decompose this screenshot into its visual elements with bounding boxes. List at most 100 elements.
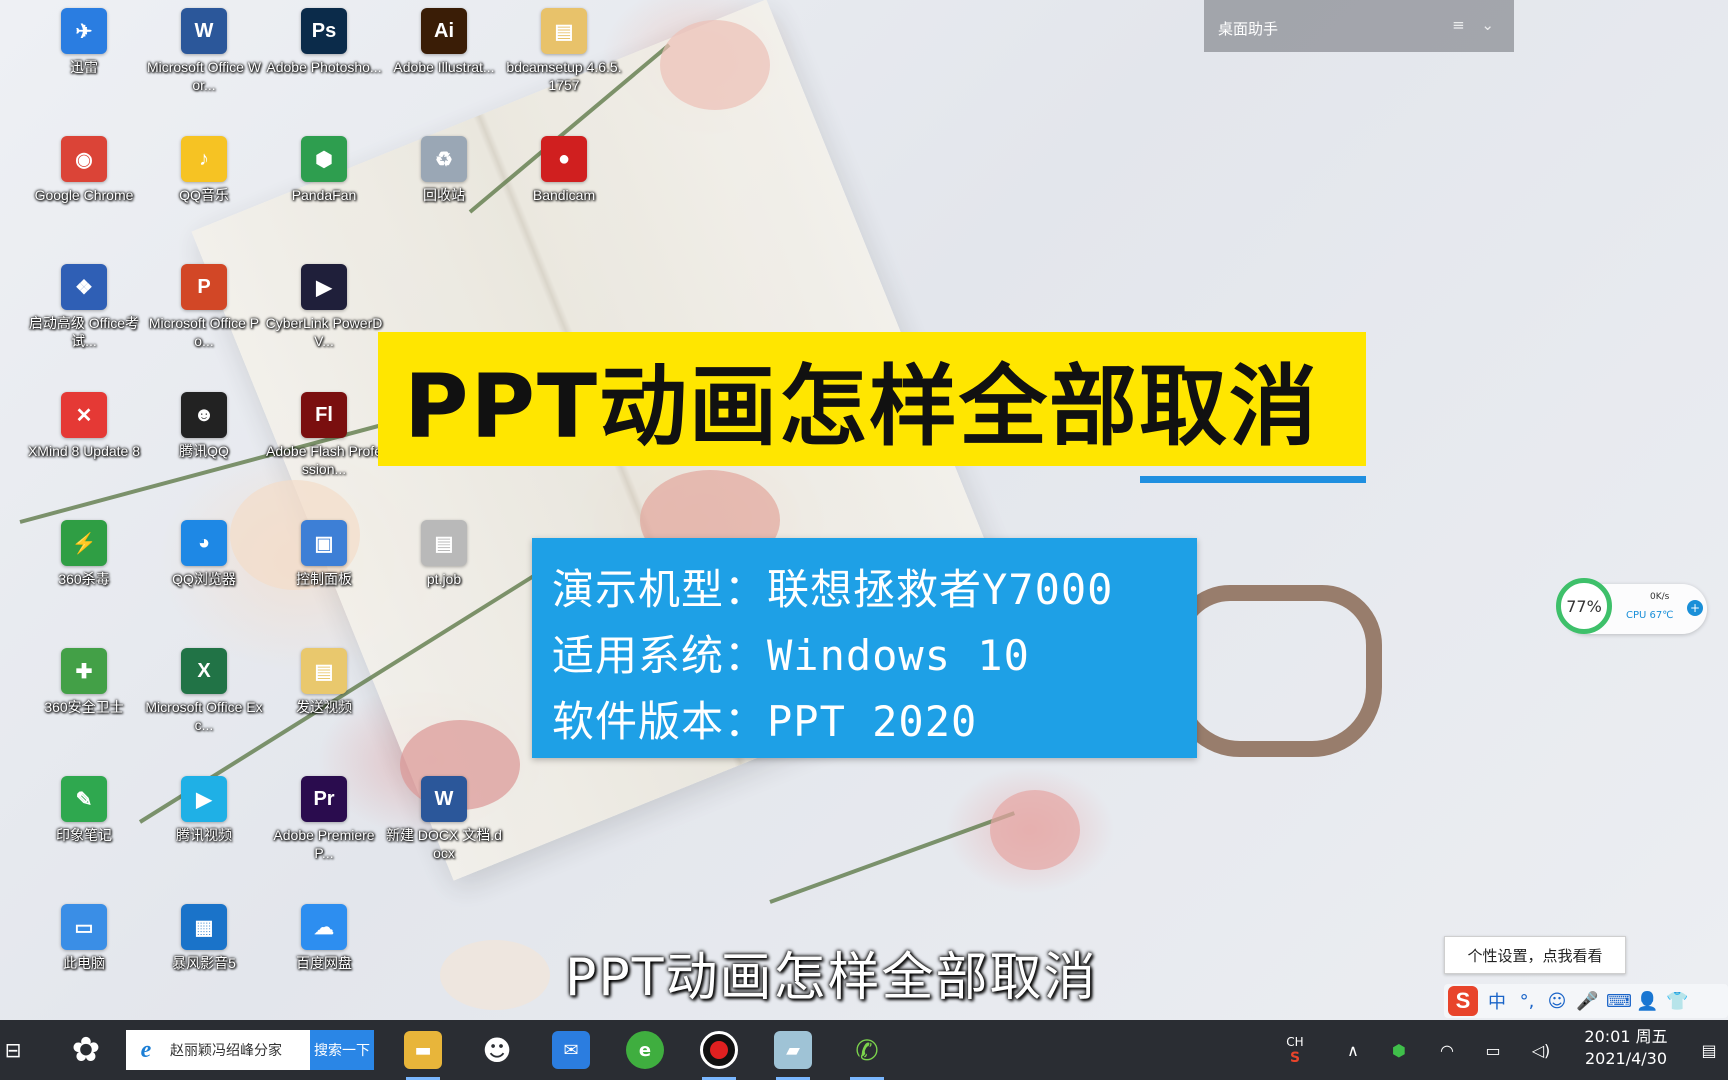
ime-microphone-icon[interactable]: 🎤 [1576,991,1598,1012]
ime-toolbar[interactable]: S 中 °, ☺ 🎤 ⌨ 👤 👕 [1444,984,1728,1018]
desktop-icon-label: 新建 DOCX 文档.docx [386,827,502,861]
system-monitor-widget[interactable]: 77% 0K/s CPU 67℃ + [1556,578,1707,634]
desktop-icon[interactable]: ✈ 迅雷 [24,8,144,76]
app-icon: ❖ [61,264,107,310]
battery-icon[interactable]: ▭ [1478,1020,1508,1080]
ime-chinese-mode[interactable]: 中 [1486,988,1508,1014]
desktop-icon[interactable]: ⬢ PandaFan [264,136,384,204]
clock-date: 2021/4/30 [1584,1049,1668,1068]
language-indicator[interactable]: CH S [1278,1020,1312,1080]
desktop-icon[interactable]: W Microsoft Office Wor... [144,8,264,94]
record-icon [700,1031,738,1069]
desktop-helper-title: 桌面助手 [1218,20,1279,38]
desktop-icon[interactable]: ▭ 此电脑 [24,904,144,972]
monitor-plus-icon[interactable]: + [1687,600,1703,616]
taskbar-app[interactable]: ▰ [766,1020,820,1080]
info-box: 演示机型：联想拯救者Y7000 适用系统：Windows 10 软件版本：PPT… [532,538,1197,758]
desktop-icon[interactable]: ☻ 腾讯QQ [144,392,264,460]
app-icon: Ps [301,8,347,54]
search-button[interactable]: 搜索一下 [310,1030,374,1070]
app-icon: ▰ [774,1031,812,1069]
info-device: 演示机型：联想拯救者Y7000 [552,565,1114,614]
desktop-icon[interactable]: Ai Adobe Illustrat... [384,8,504,76]
taskbar-qq[interactable]: ☻ [470,1020,524,1080]
ime-skin-icon[interactable]: 👕 [1666,991,1688,1012]
desktop-icon-label: 印象笔记 [56,827,112,843]
desktop-icon-label: 回收站 [423,187,465,203]
desktop-icon-label: QQ音乐 [179,187,229,203]
desktop-icon[interactable]: ✚ 360安全卫士 [24,648,144,716]
desktop-icon[interactable]: ▦ 暴风影音5 [144,904,264,972]
desktop-icon[interactable]: ♪ QQ音乐 [144,136,264,204]
desktop-icon[interactable]: ✕ XMind 8 Update 8 [24,392,144,460]
search-input[interactable]: 赵丽颖冯绍峰分家 [170,1040,282,1060]
desktop-icon[interactable]: ⚡ 360杀毒 [24,520,144,588]
desktop-icon[interactable]: ▤ pt.job [384,520,504,588]
volume-icon[interactable]: ◁) [1526,1020,1556,1080]
title-underline [1140,476,1366,483]
taskbar-file-explorer[interactable]: ▬ [396,1020,450,1080]
desktop-icon[interactable]: Pr Adobe Premiere P... [264,776,384,862]
desktop-icon-label: 启动高级 Office考试... [28,315,140,349]
app-icon: ▤ [301,648,347,694]
desktop-icon-label: Microsoft Office Exc... [145,699,263,733]
taskbar-clock[interactable]: 20:01 周五 2021/4/30 [1574,1026,1678,1070]
desktop-icon[interactable]: ▤ bdcamsetup 4.6.5.1757 [504,8,624,94]
app-icon: ▶ [301,264,347,310]
desktop-icon-label: Microsoft Office Wor... [146,59,262,93]
desktop-helper-widget[interactable]: 桌面助手 ≡ ⌄ [1204,0,1514,52]
taskbar-wechat[interactable]: ✆ [840,1020,894,1080]
task-view-icon[interactable]: ⊟ [0,1020,26,1080]
clock-time: 20:01 周五 [1584,1027,1668,1046]
desktop-icon[interactable]: X Microsoft Office Exc... [144,648,264,734]
desktop-icon[interactable]: ▶ CyberLink PowerDV... [264,264,384,350]
wallpaper-flower [660,20,770,110]
desktop-icon[interactable]: ▣ 控制面板 [264,520,384,588]
app-icon: Pr [301,776,347,822]
sogou-logo-icon[interactable]: S [1448,986,1478,1016]
desktop-icon[interactable]: ▤ 发送视频 [264,648,384,716]
desktop-icon[interactable]: Ps Adobe Photosho... [264,8,384,76]
personalize-tooltip[interactable]: 个性设置，点我看看 [1444,936,1626,974]
tray-360-icon[interactable]: ⬢ [1384,1020,1414,1080]
sogou-tray-icon: S [1289,1050,1301,1066]
desktop-icon[interactable]: ● Bandicam [504,136,624,204]
ime-emoji-icon[interactable]: ☺ [1546,991,1568,1012]
desktop-icon[interactable]: W 新建 DOCX 文档.docx [384,776,504,862]
desktop-icon[interactable]: Fl Adobe Flash Profession... [264,392,384,478]
desktop-icon[interactable]: ♻ 回收站 [384,136,504,204]
notification-center-icon[interactable]: ▤ [1694,1020,1724,1080]
taskbar-bandicam[interactable] [692,1020,746,1080]
desktop-icon-label: 此电脑 [63,955,105,971]
wifi-icon[interactable]: ◠ [1432,1020,1462,1080]
tray-expand-icon[interactable]: ∧ [1338,1020,1368,1080]
desktop-icon-label: pt.job [426,571,462,587]
taskbar-360-browser[interactable]: e [618,1020,672,1080]
desktop-icon-label: 发送视频 [296,699,352,715]
desktop-icon[interactable]: P Microsoft Office Po... [144,264,264,350]
ime-punctuation-icon[interactable]: °, [1516,991,1538,1012]
taskbar-mail[interactable]: ✉ [544,1020,598,1080]
app-icon: Ai [421,8,467,54]
desktop-icon[interactable]: ❖ 启动高级 Office考试... [24,264,144,350]
desktop-icon[interactable]: ◉ Google Chrome [24,136,144,204]
desktop-helper-menu-icon[interactable]: ≡ ⌄ [1452,16,1500,34]
ime-user-icon[interactable]: 👤 [1636,991,1658,1012]
wallpaper-stem [769,811,1016,904]
desktop-icon-label: 腾讯QQ [179,443,229,459]
desktop-icon[interactable]: ✎ 印象笔记 [24,776,144,844]
desktop-icon-label: Google Chrome [34,187,134,203]
ime-keyboard-icon[interactable]: ⌨ [1606,991,1632,1012]
desktop-icon-label: QQ浏览器 [172,571,236,587]
mail-icon: ✉ [552,1031,590,1069]
start-menu-icon[interactable]: ✿ [58,1020,114,1080]
wallpaper-glasses [1170,585,1382,757]
info-version: 软件版本：PPT 2020 [552,697,978,746]
taskbar-search-box[interactable]: e 赵丽颖冯绍峰分家 搜索一下 [126,1030,374,1070]
desktop-icon-label: 腾讯视频 [176,827,232,843]
desktop-icon[interactable]: ▶ 腾讯视频 [144,776,264,844]
desktop-icon[interactable]: ☁ 百度网盘 [264,904,384,972]
desktop-icon[interactable]: ◕ QQ浏览器 [144,520,264,588]
app-icon: ♪ [181,136,227,182]
app-icon: W [181,8,227,54]
